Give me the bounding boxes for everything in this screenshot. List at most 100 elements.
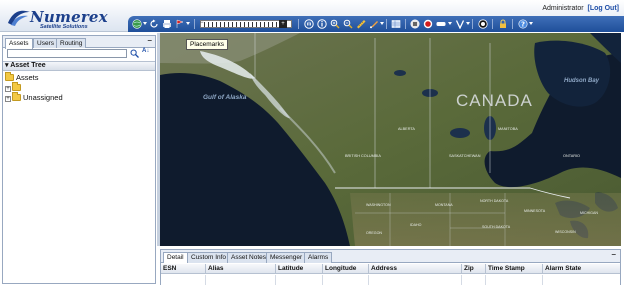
zoom-slider-thumb[interactable]: + — [279, 20, 287, 28]
ruler-icon[interactable] — [356, 19, 366, 29]
tree-node-unnamed-folder[interactable]: + — [5, 82, 23, 92]
draw-icon[interactable] — [369, 19, 379, 29]
map-label-saskatchewan: SASKATCHEWAN — [449, 154, 481, 158]
search-icon[interactable] — [130, 49, 139, 58]
pan-icon[interactable] — [304, 19, 314, 29]
tab-routing[interactable]: Routing — [56, 38, 87, 48]
asset-search-input[interactable] — [7, 49, 127, 58]
top-bar: Numerex Satellite Solutions Administrato… — [0, 0, 624, 32]
folder-icon — [12, 82, 21, 91]
satellite-map[interactable]: Gulf of Alaska Hudson Bay CANADA ALBERTA… — [160, 33, 621, 246]
map-label-south-dakota: SOUTH DAKOTA — [482, 225, 511, 229]
zoom-slider[interactable]: − + — [200, 20, 292, 28]
asset-search-row: A↓ — [5, 48, 155, 59]
placemark-dropdown-caret[interactable] — [186, 22, 190, 25]
logout-link[interactable]: [Log Out] — [588, 5, 620, 12]
expand-icon[interactable]: + — [5, 86, 11, 92]
user-name: Administrator — [542, 5, 584, 12]
left-panel-tabs: Assets Users Routing – — [3, 36, 155, 49]
shape-icon[interactable] — [436, 19, 446, 29]
toolbar-separator — [386, 19, 387, 29]
toolbar-separator — [194, 19, 195, 29]
tab-alarms[interactable]: Alarms — [304, 252, 333, 263]
left-panel: Assets Users Routing – A↓ ▾ Asset Tree A… — [2, 35, 156, 284]
history-icon[interactable] — [478, 19, 488, 29]
numerex-logo: Numerex Satellite Solutions — [7, 5, 127, 30]
bottom-panel-tabs: Detail Custom Info Asset Notes Messenger… — [161, 250, 620, 263]
shape-dropdown-caret[interactable] — [448, 22, 452, 25]
zoom-minus[interactable]: − — [200, 20, 204, 26]
map-label-british-columbia: BRITISH COLUMBIA — [345, 154, 381, 158]
map-label-washington: WASHINGTON — [366, 203, 391, 207]
column-longitude[interactable]: Longitude — [323, 264, 369, 274]
tab-assets[interactable]: Assets — [5, 38, 33, 49]
info-icon[interactable] — [317, 19, 327, 29]
map-label-idaho: IDAHO — [410, 223, 422, 227]
grid-column-line — [368, 275, 369, 285]
map-label-minnesota: MINNESOTA — [524, 209, 546, 213]
folder-icon — [5, 72, 14, 81]
expand-icon[interactable]: + — [5, 96, 11, 102]
help-dropdown-caret[interactable] — [529, 22, 533, 25]
map-label-wisconsin: WISCONSIN — [555, 230, 576, 234]
print-icon[interactable] — [162, 19, 172, 29]
sort-az-icon[interactable]: A↓ — [142, 48, 152, 58]
toolbar-separator — [472, 19, 473, 29]
toolbar-separator — [298, 19, 299, 29]
tab-messenger[interactable]: Messenger — [266, 252, 307, 263]
globe-dropdown-caret[interactable] — [143, 22, 147, 25]
column-time-stamp[interactable]: Time Stamp — [486, 264, 543, 274]
map-label-manitoba: MANITOBA — [498, 127, 518, 131]
column-alias[interactable]: Alias — [206, 264, 276, 274]
map-imagery — [160, 33, 621, 246]
draw-dropdown-caret[interactable] — [380, 22, 384, 25]
globe-icon[interactable] — [132, 19, 142, 29]
tree-node-label: Assets — [16, 73, 39, 82]
tree-node-assets[interactable]: Assets — [5, 72, 39, 82]
detail-grid-body — [161, 275, 620, 285]
grid-column-line — [322, 275, 323, 285]
grid-column-line — [275, 275, 276, 285]
lock-icon[interactable] — [498, 19, 508, 29]
help-icon[interactable]: ? — [518, 19, 528, 29]
left-panel-collapse-button[interactable]: – — [148, 36, 152, 45]
map-label-hudson-bay: Hudson Bay — [564, 78, 600, 84]
map-label-gulf-of-alaska: Gulf of Alaska — [203, 94, 247, 101]
column-latitude[interactable]: Latitude — [276, 264, 323, 274]
bottom-panel-collapse-button[interactable]: – — [612, 250, 616, 259]
grid-column-line — [205, 275, 206, 285]
placemark-icon[interactable] — [175, 19, 185, 29]
column-address[interactable]: Address — [369, 264, 462, 274]
tab-users[interactable]: Users — [33, 38, 58, 48]
refresh-icon[interactable] — [149, 19, 159, 29]
layers-icon[interactable] — [391, 19, 401, 29]
grid-column-line — [461, 275, 462, 285]
asset-tree-header[interactable]: ▾ Asset Tree — [3, 61, 155, 71]
placemarks-tooltip: Placemarks — [186, 39, 228, 50]
map-toolbar: − + ? — [128, 16, 624, 32]
map-label-canada: CANADA — [456, 91, 533, 110]
user-info: Administrator [Log Out] — [542, 5, 619, 12]
tab-asset-notes[interactable]: Asset Notes — [227, 252, 271, 263]
toolbar-separator — [512, 19, 513, 29]
toolbar-separator — [492, 19, 493, 29]
column-zip[interactable]: Zip — [462, 264, 486, 274]
filter-icon[interactable] — [455, 19, 465, 29]
zoom-in-icon[interactable] — [330, 19, 340, 29]
record-icon[interactable] — [423, 19, 433, 29]
stop-icon[interactable] — [410, 19, 420, 29]
map-label-north-dakota: NORTH DAKOTA — [480, 199, 509, 203]
zoom-out-icon[interactable] — [343, 19, 353, 29]
map-label-alberta: ALBERTA — [398, 127, 415, 131]
zoom-slider-ticks — [204, 22, 278, 27]
detail-grid-header: ESN Alias Latitude Longitude Address Zip… — [161, 264, 620, 274]
tab-custom-info[interactable]: Custom Info — [187, 252, 231, 263]
filter-dropdown-caret[interactable] — [466, 22, 470, 25]
map-label-oregon: OREGON — [366, 231, 382, 235]
column-alarm-state[interactable]: Alarm State — [543, 264, 620, 274]
tree-node-unassigned[interactable]: + Unassigned — [5, 92, 63, 102]
column-esn[interactable]: ESN — [161, 264, 206, 274]
grid-column-line — [542, 275, 543, 285]
tree-node-label: Unassigned — [23, 93, 63, 102]
tab-detail[interactable]: Detail — [163, 252, 188, 263]
